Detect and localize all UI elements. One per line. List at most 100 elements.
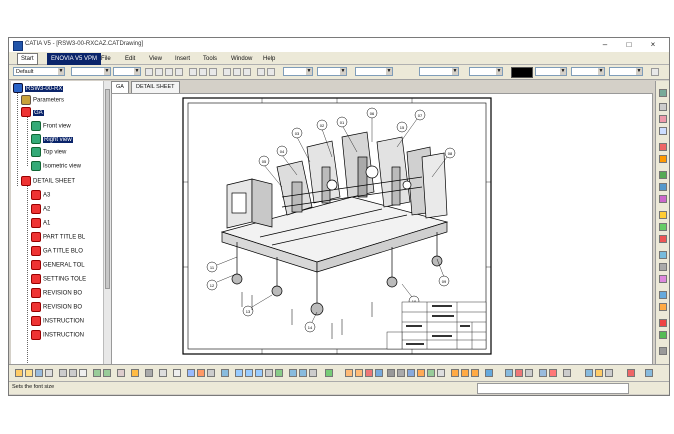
detail-view-icon[interactable] [659, 155, 667, 163]
render-icon[interactable] [309, 369, 317, 377]
font-name-combo[interactable]: ▼ [71, 67, 111, 76]
tree-scrollbar-thumb[interactable] [105, 89, 110, 289]
modification-icon[interactable] [659, 303, 667, 311]
tree-root[interactable]: RSW3-00-RX [13, 83, 64, 93]
cursor-icon[interactable] [427, 369, 435, 377]
line-color-combo[interactable]: ▼ [535, 67, 567, 76]
drawing-canvas[interactable]: 01 02 03 04 05 06 07 08 09 10 11 12 13 1… [111, 93, 653, 379]
paste-icon[interactable] [79, 369, 87, 377]
tab-detail-sheet[interactable]: DETAIL SHEET [131, 81, 180, 93]
grid-icon[interactable] [407, 369, 415, 377]
magnifier-icon[interactable] [563, 369, 571, 377]
tree-detail-item[interactable]: REVISION BO [31, 288, 82, 298]
italic-icon[interactable] [155, 68, 163, 76]
overline-icon[interactable] [189, 68, 197, 76]
tree-sheet-ga[interactable]: GA [21, 107, 44, 117]
balloon-icon[interactable] [659, 223, 667, 231]
knowledge-icon[interactable] [505, 369, 513, 377]
update-icon[interactable] [131, 369, 139, 377]
rule-icon[interactable] [515, 369, 523, 377]
roughness-icon[interactable] [659, 235, 667, 243]
menu-insert[interactable]: Insert [171, 53, 194, 65]
tree-detail-item[interactable]: REVISION BO [31, 302, 82, 312]
workbench-icon[interactable] [645, 369, 653, 377]
style-combo[interactable]: Default ▼ [13, 67, 65, 76]
pan-icon[interactable] [235, 369, 243, 377]
generate-annotations-icon[interactable] [365, 369, 373, 377]
sketch-icon[interactable] [659, 103, 667, 111]
menu-edit[interactable]: Edit [121, 53, 139, 65]
align-right-icon[interactable] [243, 68, 251, 76]
sketch-tools-icon[interactable] [437, 369, 445, 377]
align-left-icon[interactable] [223, 68, 231, 76]
tree-detail-item[interactable]: A2 [31, 204, 50, 214]
circle-icon[interactable] [659, 275, 667, 283]
view-creation-icon[interactable] [659, 115, 667, 123]
tree-detail-item[interactable]: INSTRUCTION [31, 316, 84, 326]
bom-icon[interactable] [375, 369, 383, 377]
font-size-combo[interactable]: ▼ [113, 67, 141, 76]
swap-icon[interactable] [299, 369, 307, 377]
geometry-icon[interactable] [659, 251, 667, 259]
frame-icon[interactable] [257, 68, 265, 76]
projection-icon[interactable] [659, 127, 667, 135]
dimension-properties-icon[interactable] [451, 369, 459, 377]
align-center-icon[interactable] [233, 68, 241, 76]
precision-combo[interactable]: ▼ [419, 67, 459, 76]
fit-all-icon[interactable] [221, 369, 229, 377]
line-thickness-combo[interactable]: ▼ [571, 67, 605, 76]
generate-balloons-icon[interactable] [355, 369, 363, 377]
tree-scrollbar[interactable] [103, 81, 111, 377]
generate-dimensions-icon[interactable] [345, 369, 353, 377]
pattern-icon[interactable] [651, 68, 659, 76]
new-icon[interactable] [15, 369, 23, 377]
color-icon[interactable] [595, 369, 603, 377]
zoom-out-icon[interactable] [255, 369, 263, 377]
insert-symbol-icon[interactable] [267, 68, 275, 76]
normal-view-icon[interactable] [275, 369, 283, 377]
tab-ga[interactable]: GA [111, 81, 129, 93]
menu-file[interactable]: File [97, 53, 115, 65]
underline-icon[interactable] [165, 68, 173, 76]
tree-detail-item[interactable]: GA TITLE BLO [31, 246, 83, 256]
constraint-icon[interactable] [659, 291, 667, 299]
select-icon[interactable] [659, 89, 667, 97]
line-icon[interactable] [659, 263, 667, 271]
redo-icon[interactable] [103, 369, 111, 377]
tree-detail-item[interactable]: A3 [31, 190, 50, 200]
position-icon[interactable] [387, 369, 395, 377]
tree-right-view[interactable]: Right view [31, 134, 73, 144]
strikethrough-icon[interactable] [175, 68, 183, 76]
tree-detail-item[interactable]: GENERAL TOL [31, 260, 85, 270]
detail-sheet-icon[interactable] [207, 369, 215, 377]
tree-detail-item[interactable]: INSTRUCTION [31, 330, 84, 340]
table-icon[interactable] [485, 369, 493, 377]
annotation-icon[interactable] [659, 195, 667, 203]
close-icon[interactable]: × [647, 40, 659, 50]
hide-show-icon[interactable] [289, 369, 297, 377]
check-icon[interactable] [525, 369, 533, 377]
menu-tools[interactable]: Tools [199, 53, 221, 65]
tree-front-view[interactable]: Front view [31, 121, 71, 131]
whats-this-icon[interactable] [117, 369, 125, 377]
format-combo[interactable]: ▼ [469, 67, 503, 76]
undo-icon[interactable] [93, 369, 101, 377]
arrow-icon[interactable] [659, 347, 667, 355]
maximize-icon[interactable]: □ [623, 40, 635, 50]
catalog-icon[interactable] [159, 369, 167, 377]
tree-top-view[interactable]: Top view [31, 147, 66, 157]
tree-detail-item[interactable]: PART TITLE BL [31, 232, 85, 242]
menu-help[interactable]: Help [259, 53, 279, 65]
minimize-icon[interactable]: – [599, 40, 611, 50]
tree-detail-sheet[interactable]: DETAIL SHEET [21, 176, 75, 186]
cut-icon[interactable] [59, 369, 67, 377]
section-view-icon[interactable] [659, 143, 667, 151]
cancel-icon[interactable] [627, 369, 635, 377]
formula-icon[interactable] [145, 369, 153, 377]
open-icon[interactable] [25, 369, 33, 377]
superscript-icon[interactable] [199, 68, 207, 76]
dimension-combo-1[interactable]: ▼ [283, 67, 313, 76]
dimension-combo-2[interactable]: ▼ [317, 67, 347, 76]
new-sheet-icon[interactable] [197, 369, 205, 377]
bold-icon[interactable] [145, 68, 153, 76]
